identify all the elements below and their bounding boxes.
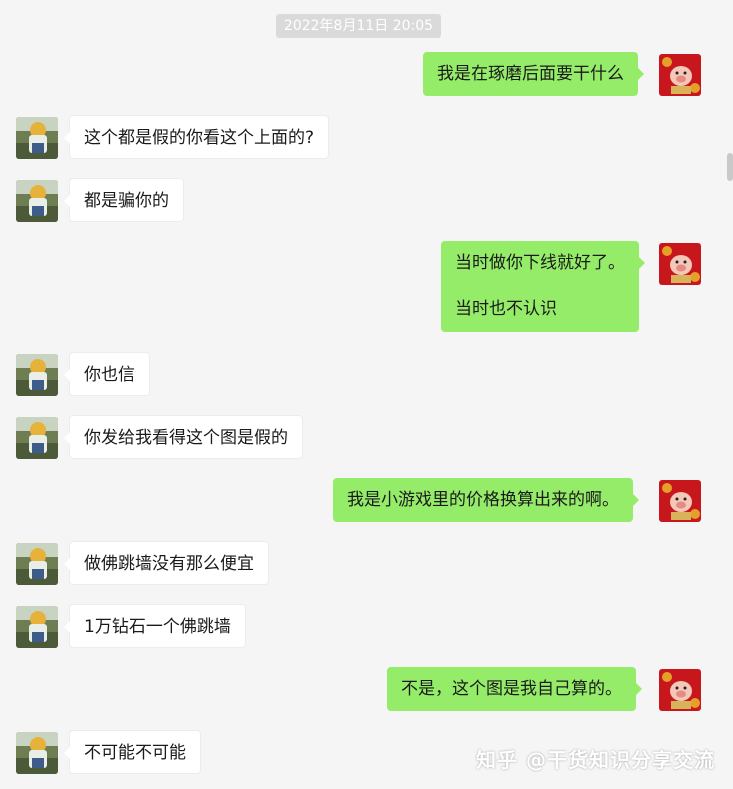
message-bubble-self[interactable]: 我是小游戏里的价格换算出来的啊。 bbox=[333, 478, 639, 522]
message-text: 不可能不可能 bbox=[84, 743, 186, 763]
message-text: 不是，这个图是我自己算的。 bbox=[401, 679, 622, 699]
message-bubble-self[interactable]: 不是，这个图是我自己算的。 bbox=[387, 667, 642, 711]
message-text: 都是骗你的 bbox=[84, 191, 169, 211]
message-bubble-self[interactable]: 当时做你下线就好了。 当时也不认识 bbox=[441, 241, 645, 332]
self-avatar[interactable] bbox=[659, 54, 701, 96]
chat-window: 2022年8月11日 20:05 我是在琢磨后面要干什么 这个都是假的你看这个上… bbox=[0, 0, 733, 789]
message-text: 做佛跳墙没有那么便宜 bbox=[84, 554, 254, 574]
watermark: 知乎 @干货知识分享交流 bbox=[476, 748, 715, 772]
scrollbar-thumb[interactable] bbox=[727, 153, 733, 181]
message-text: 你发给我看得这个图是假的 bbox=[84, 428, 288, 448]
message-text: 我是小游戏里的价格换算出来的啊。 bbox=[347, 490, 619, 510]
message-bubble-self[interactable]: 我是在琢磨后面要干什么 bbox=[423, 52, 644, 96]
contact-avatar[interactable] bbox=[16, 180, 58, 222]
message-bubble-contact[interactable]: 都是骗你的 bbox=[64, 178, 184, 222]
contact-avatar[interactable] bbox=[16, 732, 58, 774]
message-text: 当时做你下线就好了。 bbox=[455, 253, 625, 273]
self-avatar[interactable] bbox=[659, 243, 701, 285]
message-text: 我是在琢磨后面要干什么 bbox=[437, 64, 624, 84]
self-avatar[interactable] bbox=[659, 669, 701, 711]
contact-avatar[interactable] bbox=[16, 417, 58, 459]
message-text: 1万钻石一个佛跳墙 bbox=[84, 617, 231, 637]
message-bubble-contact[interactable]: 做佛跳墙没有那么便宜 bbox=[64, 541, 269, 585]
message-bubble-contact[interactable]: 不可能不可能 bbox=[64, 730, 201, 774]
self-avatar[interactable] bbox=[659, 480, 701, 522]
message-text: 这个都是假的你看这个上面的? bbox=[84, 128, 315, 148]
contact-avatar[interactable] bbox=[16, 117, 58, 159]
message-bubble-contact[interactable]: 你也信 bbox=[64, 352, 150, 396]
timestamp: 2022年8月11日 20:05 bbox=[276, 14, 441, 38]
message-bubble-contact[interactable]: 1万钻石一个佛跳墙 bbox=[64, 604, 246, 648]
message-bubble-contact[interactable]: 这个都是假的你看这个上面的? bbox=[63, 115, 330, 159]
contact-avatar[interactable] bbox=[16, 543, 58, 585]
contact-avatar[interactable] bbox=[16, 354, 58, 396]
message-text: 你也信 bbox=[84, 365, 135, 385]
message-bubble-contact[interactable]: 你发给我看得这个图是假的 bbox=[64, 415, 303, 459]
message-text: 当时也不认识 bbox=[455, 299, 557, 319]
contact-avatar[interactable] bbox=[16, 606, 58, 648]
